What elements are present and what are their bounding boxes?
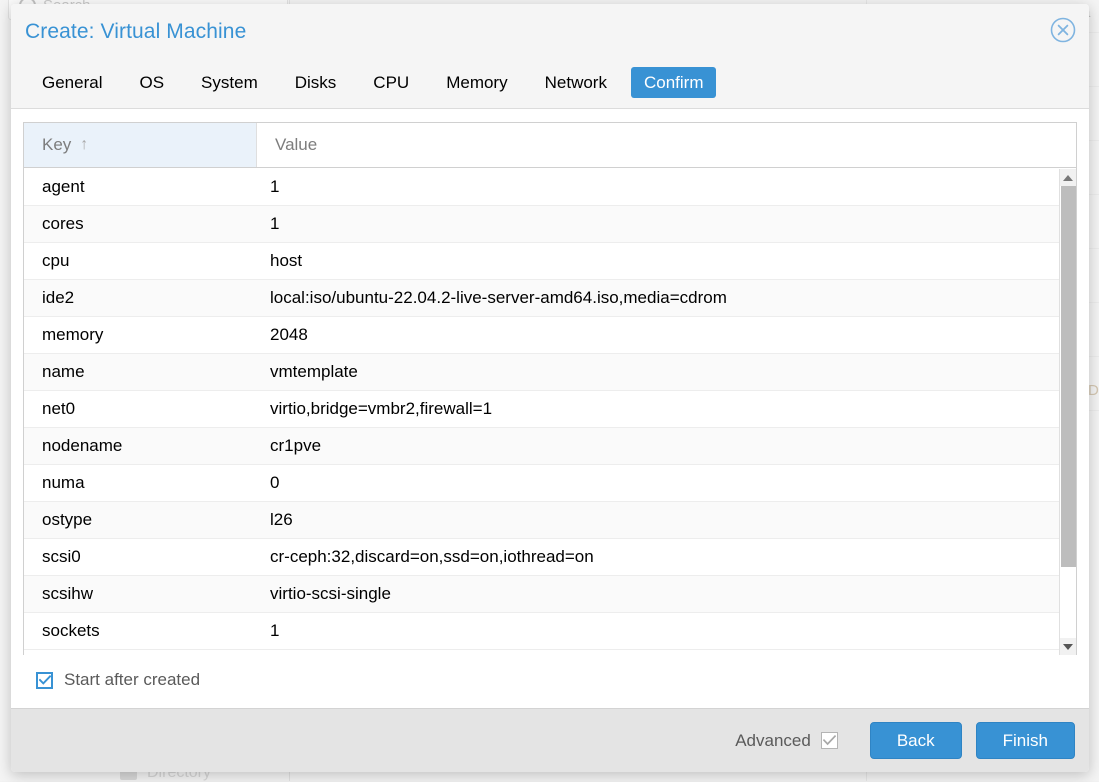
cell-key: name	[24, 362, 257, 382]
cell-value: cr-ceph:32,discard=on,ssd=on,iothread=on	[257, 547, 1059, 567]
table-row[interactable]: cores1	[24, 206, 1059, 243]
table-row[interactable]: namevmtemplate	[24, 354, 1059, 391]
table-row[interactable]: nodenamecr1pve	[24, 428, 1059, 465]
dialog-body: Key ↑ Value agent1cores1cpuhostide2local…	[11, 109, 1089, 707]
scrollbar-thumb[interactable]	[1061, 186, 1076, 567]
close-circle-icon[interactable]	[1049, 16, 1077, 44]
cell-key: ide2	[24, 288, 257, 308]
tab-cpu[interactable]: CPU	[360, 67, 422, 98]
grid-header-row: Key ↑ Value	[24, 123, 1076, 168]
scroll-up-button[interactable]	[1060, 169, 1076, 186]
configuration-grid: Key ↑ Value agent1cores1cpuhostide2local…	[23, 122, 1077, 655]
cell-key: ostype	[24, 510, 257, 530]
cell-key: memory	[24, 325, 257, 345]
column-header-value-label: Value	[275, 135, 317, 155]
cell-key: net0	[24, 399, 257, 419]
cell-key: cores	[24, 214, 257, 234]
table-row[interactable]: cpuhost	[24, 243, 1059, 280]
back-button[interactable]: Back	[870, 722, 962, 760]
tab-network[interactable]: Network	[532, 67, 620, 98]
cell-key: scsi0	[24, 547, 257, 567]
start-after-created-checkbox[interactable]	[36, 672, 53, 689]
table-row[interactable]: memory2048	[24, 317, 1059, 354]
cell-value: virtio-scsi-single	[257, 584, 1059, 604]
checkmark-icon	[39, 675, 51, 685]
create-virtual-machine-dialog: Create: Virtual Machine General OS Syste…	[11, 4, 1089, 772]
scroll-down-button[interactable]	[1060, 638, 1076, 655]
advanced-label: Advanced	[735, 731, 811, 751]
table-row[interactable]: net0virtio,bridge=vmbr2,firewall=1	[24, 391, 1059, 428]
cell-value: l26	[257, 510, 1059, 530]
tab-system[interactable]: System	[188, 67, 271, 98]
chevron-up-icon	[1063, 175, 1073, 181]
grid-rows: agent1cores1cpuhostide2local:iso/ubuntu-…	[24, 169, 1059, 655]
dialog-tabbar: General OS System Disks CPU Memory Netwo…	[11, 56, 1089, 109]
tab-os[interactable]: OS	[126, 67, 177, 98]
tab-general[interactable]: General	[29, 67, 115, 98]
chevron-down-icon	[1063, 644, 1073, 650]
cell-value: 1	[257, 177, 1059, 197]
tab-memory[interactable]: Memory	[433, 67, 520, 98]
table-row[interactable]: ide2local:iso/ubuntu-22.04.2-live-server…	[24, 280, 1059, 317]
column-header-key[interactable]: Key ↑	[24, 123, 257, 167]
dialog-titlebar: Create: Virtual Machine	[11, 4, 1089, 56]
grid-vertical-scrollbar[interactable]	[1059, 169, 1076, 655]
cell-key: nodename	[24, 436, 257, 456]
dialog-title: Create: Virtual Machine	[25, 20, 246, 44]
table-row[interactable]: agent1	[24, 169, 1059, 206]
cell-value: 1	[257, 214, 1059, 234]
background-text-fragment-2: D	[1088, 382, 1099, 399]
cell-key: sockets	[24, 621, 257, 641]
table-row[interactable]: scsihwvirtio-scsi-single	[24, 576, 1059, 613]
table-row[interactable]: sockets1	[24, 613, 1059, 650]
cell-value: virtio,bridge=vmbr2,firewall=1	[257, 399, 1059, 419]
cell-key: numa	[24, 473, 257, 493]
advanced-checkbox[interactable]	[821, 732, 838, 749]
cell-value: 0	[257, 473, 1059, 493]
cell-value: vmtemplate	[257, 362, 1059, 382]
checkmark-icon	[823, 735, 836, 746]
cell-value: local:iso/ubuntu-22.04.2-live-server-amd…	[257, 288, 1059, 308]
tab-confirm[interactable]: Confirm	[631, 67, 717, 98]
table-row[interactable]: ostypel26	[24, 502, 1059, 539]
cell-key: agent	[24, 177, 257, 197]
start-after-created-label: Start after created	[64, 670, 200, 690]
column-header-key-label: Key	[42, 135, 71, 155]
table-row[interactable]: scsi0cr-ceph:32,discard=on,ssd=on,iothre…	[24, 539, 1059, 576]
cell-value: host	[257, 251, 1059, 271]
column-header-value[interactable]: Value	[257, 123, 1076, 167]
cell-value: 2048	[257, 325, 1059, 345]
tab-disks[interactable]: Disks	[282, 67, 350, 98]
cell-key: cpu	[24, 251, 257, 271]
cell-value: 1	[257, 621, 1059, 641]
advanced-toggle[interactable]: Advanced	[735, 731, 838, 751]
dialog-footer: Advanced Back Finish	[11, 708, 1089, 772]
start-after-created-row[interactable]: Start after created	[36, 670, 200, 690]
cell-value: cr1pve	[257, 436, 1059, 456]
table-row[interactable]: numa0	[24, 465, 1059, 502]
finish-button[interactable]: Finish	[976, 722, 1075, 760]
sort-ascending-icon: ↑	[80, 137, 88, 153]
cell-key: scsihw	[24, 584, 257, 604]
